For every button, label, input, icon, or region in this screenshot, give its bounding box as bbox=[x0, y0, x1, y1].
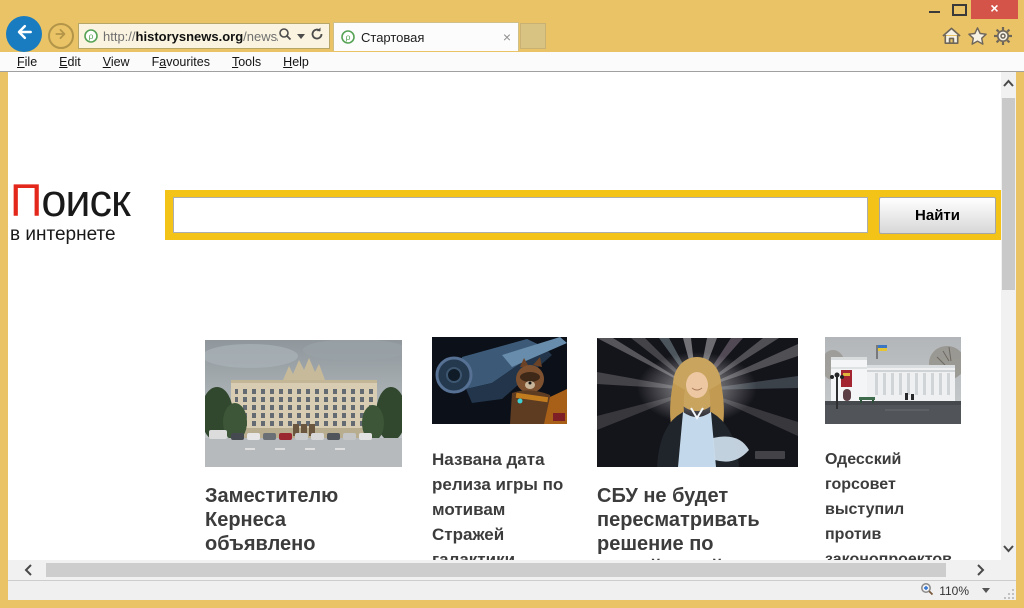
scrollbar-corner bbox=[1001, 560, 1016, 580]
back-arrow-icon bbox=[14, 22, 34, 47]
url-path: /news/ bbox=[243, 29, 278, 44]
tab-favicon-icon: ρ bbox=[341, 30, 355, 44]
zoom-magnifier-icon bbox=[920, 582, 934, 599]
search-submit-button[interactable]: Найти bbox=[879, 197, 996, 234]
forward-arrow-icon bbox=[54, 27, 68, 46]
url-scheme: http:// bbox=[103, 29, 136, 44]
refresh-icon[interactable] bbox=[310, 27, 324, 46]
zoom-caret-icon bbox=[982, 588, 990, 593]
scroll-down-icon bbox=[1001, 541, 1016, 555]
menu-bar: File Edit View Favourites Tools Help bbox=[0, 52, 1024, 72]
forward-button[interactable] bbox=[48, 23, 74, 49]
window-border-bottom bbox=[0, 600, 1024, 608]
maximize-button[interactable] bbox=[952, 4, 967, 16]
window-close-button[interactable]: × bbox=[971, 0, 1018, 19]
tab-close-icon[interactable]: × bbox=[503, 30, 511, 44]
url-domain: historysnews.org bbox=[136, 29, 244, 44]
menu-edit[interactable]: Edit bbox=[48, 55, 92, 69]
scroll-right-icon bbox=[973, 560, 987, 580]
new-tab-button[interactable] bbox=[520, 23, 546, 49]
article-headline[interactable]: Одесский горсовет выступил против законо… bbox=[825, 447, 961, 572]
search-options-caret-icon[interactable] bbox=[297, 34, 305, 39]
scroll-left-icon bbox=[22, 560, 36, 580]
url-text: http://historysnews.org/news/ bbox=[103, 29, 278, 44]
logo-accent-letter: П bbox=[10, 175, 41, 226]
menu-favourites[interactable]: Favourites bbox=[141, 55, 221, 69]
site-logo: Поиск в интернете bbox=[10, 178, 130, 244]
game-art-photo[interactable] bbox=[432, 337, 567, 424]
address-bar[interactable]: ρ http://historysnews.org/news/ bbox=[78, 23, 330, 49]
svg-text:ρ: ρ bbox=[89, 31, 94, 41]
tab-title: Стартовая bbox=[361, 30, 503, 45]
vertical-scrollbar-thumb[interactable] bbox=[1002, 98, 1015, 290]
menu-file[interactable]: File bbox=[6, 55, 48, 69]
favorites-star-icon[interactable] bbox=[967, 26, 988, 51]
svg-text:ρ: ρ bbox=[346, 32, 351, 42]
minimize-button[interactable] bbox=[929, 11, 940, 13]
search-icon[interactable] bbox=[278, 27, 292, 46]
menu-tools[interactable]: Tools bbox=[221, 55, 272, 69]
singer-spotlight-photo[interactable] bbox=[597, 338, 798, 467]
logo-rest: оиск bbox=[41, 175, 129, 226]
menu-help[interactable]: Help bbox=[272, 55, 320, 69]
zoom-control[interactable]: 110% bbox=[920, 582, 990, 599]
browser-tab[interactable]: ρ Стартовая × bbox=[333, 22, 519, 51]
search-input[interactable] bbox=[173, 197, 868, 233]
zoom-level: 110% bbox=[939, 584, 969, 598]
settings-gear-icon[interactable] bbox=[993, 26, 1013, 51]
article-headline[interactable]: Названа дата релиза игры по мотивам Стра… bbox=[432, 447, 567, 572]
window-border-right bbox=[1016, 72, 1024, 608]
back-button[interactable] bbox=[6, 16, 42, 52]
logo-subtitle: в интернете bbox=[10, 225, 130, 244]
window-border-left bbox=[0, 72, 8, 608]
horizontal-scrollbar-thumb[interactable] bbox=[46, 563, 946, 577]
status-bar: 110% bbox=[8, 580, 1016, 600]
home-icon[interactable] bbox=[941, 26, 962, 51]
city-hall-photo[interactable] bbox=[825, 337, 961, 424]
site-favicon-icon: ρ bbox=[84, 29, 98, 43]
menu-view[interactable]: View bbox=[92, 55, 141, 69]
government-building-photo[interactable] bbox=[205, 340, 402, 467]
scroll-up-icon bbox=[1001, 77, 1016, 91]
